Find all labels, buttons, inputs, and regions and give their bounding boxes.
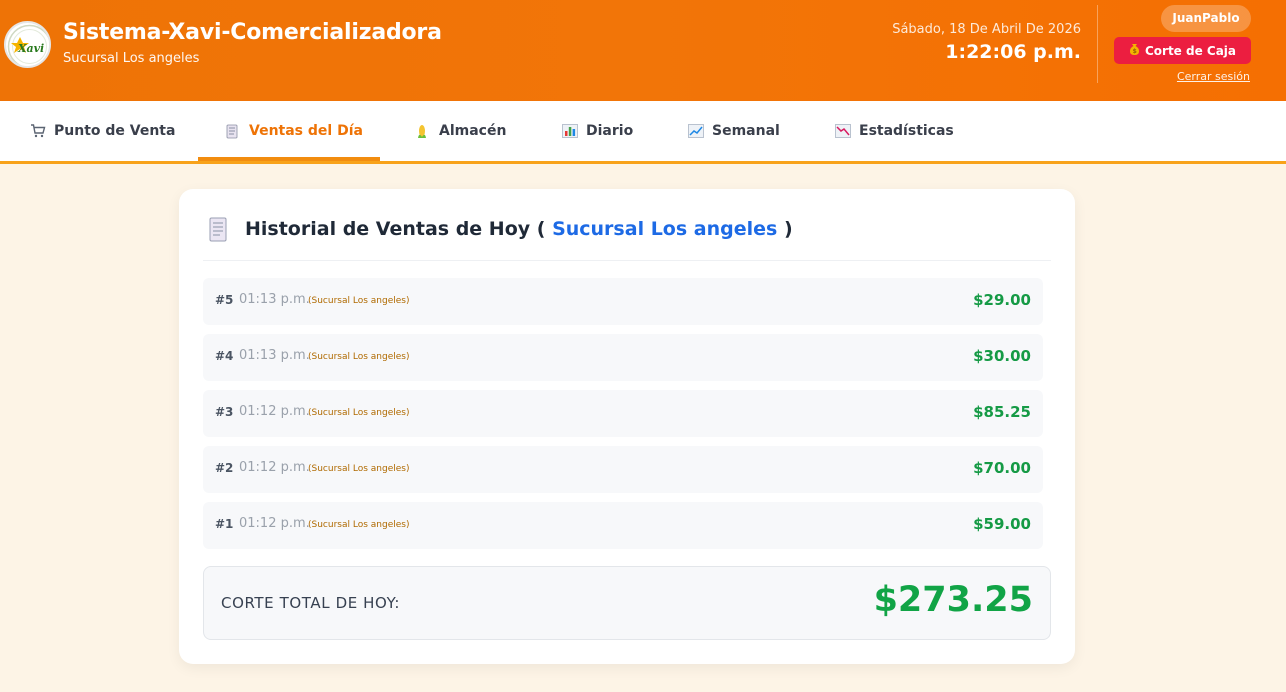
corn-icon <box>415 124 431 138</box>
sale-branch: (Sucursal Los angeles) <box>308 408 410 418</box>
user-badge: JuanPablo <box>1161 5 1251 32</box>
sale-time: 01:13 p.m. <box>239 292 310 307</box>
tab-label: Ventas del Día <box>249 123 363 139</box>
sale-number: #4 <box>215 349 234 363</box>
card-header: Historial de Ventas de Hoy ( Sucursal Lo… <box>203 215 1051 261</box>
chart-up-icon <box>688 124 704 138</box>
chart-down-icon <box>835 124 851 138</box>
sale-row: #4 01:13 p.m. (Sucursal Los angeles) $30… <box>203 334 1043 381</box>
sale-number: #3 <box>215 405 234 419</box>
tab-semanal[interactable]: Semanal <box>688 101 780 161</box>
tab-estadisticas[interactable]: Estadísticas <box>835 101 954 161</box>
tab-label: Almacén <box>439 123 507 139</box>
daily-total-box: CORTE TOTAL DE HOY: $273.25 <box>203 566 1051 640</box>
sale-row: #2 01:12 p.m. (Sucursal Los angeles) $70… <box>203 446 1043 493</box>
sale-amount: $70.00 <box>973 459 1031 477</box>
sale-row: #1 01:12 p.m. (Sucursal Los angeles) $59… <box>203 502 1043 549</box>
sale-number: #5 <box>215 293 234 307</box>
sales-history-card: Historial de Ventas de Hoy ( Sucursal Lo… <box>179 189 1075 664</box>
total-amount: $273.25 <box>873 580 1033 620</box>
receipt-icon <box>207 217 229 247</box>
sale-branch: (Sucursal Los angeles) <box>308 520 410 530</box>
tab-ventas-del-dia[interactable]: Ventas del Día <box>198 101 380 161</box>
sale-number: #2 <box>215 461 234 475</box>
svg-text:Xavi: Xavi <box>17 42 44 55</box>
sale-row: #5 01:13 p.m. (Sucursal Los angeles) $29… <box>203 278 1043 325</box>
tab-label: Diario <box>586 123 634 139</box>
title-prefix: Historial de Ventas de Hoy ( <box>245 218 546 240</box>
sale-branch: (Sucursal Los angeles) <box>308 296 410 306</box>
tab-label: Semanal <box>712 123 780 139</box>
receipt-icon <box>225 124 241 139</box>
sale-time: 01:12 p.m. <box>239 460 310 475</box>
svg-text:$: $ <box>1133 48 1137 55</box>
title-branch: Sucursal Los angeles <box>552 218 778 240</box>
company-logo: Xavi <box>4 21 51 68</box>
total-label: CORTE TOTAL DE HOY: <box>221 594 401 612</box>
tab-almacen[interactable]: Almacén <box>415 101 506 161</box>
current-date: Sábado, 18 De Abril De 2026 <box>892 22 1081 37</box>
sale-time: 01:12 p.m. <box>239 516 310 531</box>
sale-number: #1 <box>215 517 234 531</box>
sale-time: 01:12 p.m. <box>239 404 310 419</box>
header-divider <box>1097 5 1098 83</box>
tab-label: Punto de Venta <box>54 123 176 139</box>
sale-row: #3 01:12 p.m. (Sucursal Los angeles) $85… <box>203 390 1043 437</box>
logout-link[interactable]: Cerrar sesión <box>1177 70 1250 83</box>
corte-de-caja-label: Corte de Caja <box>1144 43 1237 58</box>
sale-branch: (Sucursal Los angeles) <box>308 464 410 474</box>
sale-amount: $85.25 <box>973 403 1031 421</box>
money-bag-icon: $ <box>1129 43 1140 58</box>
tab-punto-de-venta[interactable]: Punto de Venta <box>30 101 175 161</box>
cart-icon <box>30 124 46 138</box>
sale-amount: $59.00 <box>973 515 1031 533</box>
sale-amount: $29.00 <box>973 291 1031 309</box>
tab-label: Estadísticas <box>859 123 954 139</box>
current-time: 1:22:06 p.m. <box>945 41 1081 63</box>
title-suffix: ) <box>783 218 793 240</box>
app-header: Xavi Sistema-Xavi-Comercializadora Sucur… <box>0 0 1286 101</box>
branch-subtitle: Sucursal Los angeles <box>63 51 200 66</box>
app-title: Sistema-Xavi-Comercializadora <box>63 20 442 45</box>
corte-de-caja-button[interactable]: $ Corte de Caja <box>1114 37 1251 64</box>
logo-emblem-icon: Xavi <box>7 24 49 66</box>
sale-amount: $30.00 <box>973 347 1031 365</box>
tab-diario[interactable]: Diario <box>562 101 633 161</box>
main-nav: Punto de Venta Ventas del Día Almacén Di… <box>0 101 1286 164</box>
sale-branch: (Sucursal Los angeles) <box>308 352 410 362</box>
card-title: Historial de Ventas de Hoy ( Sucursal Lo… <box>245 218 793 240</box>
sale-time: 01:13 p.m. <box>239 348 310 363</box>
bar-chart-icon <box>562 124 578 138</box>
